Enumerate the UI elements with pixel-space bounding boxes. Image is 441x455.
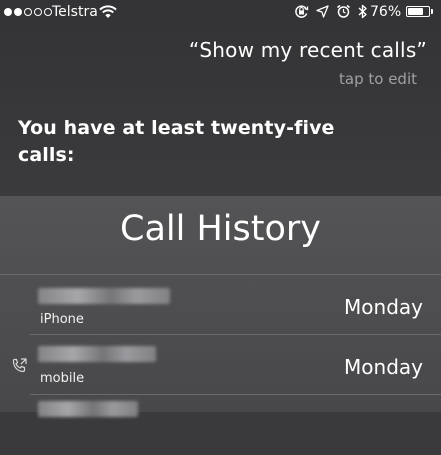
siri-query[interactable]: “Show my recent calls” bbox=[189, 38, 427, 62]
battery-percentage: 76% bbox=[370, 4, 402, 20]
siri-response: You have at least twenty-five calls: bbox=[18, 115, 358, 169]
blurred-contact-name bbox=[38, 346, 156, 362]
outgoing-call-icon bbox=[10, 357, 28, 379]
status-bar: Telstra 76% bbox=[0, 0, 441, 26]
call-date: Monday bbox=[344, 295, 423, 319]
call-history-row[interactable]: iPhone Monday bbox=[0, 275, 441, 335]
battery-nub bbox=[431, 9, 433, 14]
call-history-row[interactable] bbox=[0, 395, 441, 455]
siri-response-line2: calls: bbox=[18, 144, 75, 166]
battery-icon bbox=[406, 6, 430, 17]
call-history-row[interactable]: mobile Monday bbox=[0, 335, 441, 395]
tap-to-edit-link[interactable]: tap to edit bbox=[339, 70, 417, 88]
location-arrow-icon bbox=[316, 5, 329, 22]
signal-strength-icon bbox=[4, 8, 52, 16]
bluetooth-icon bbox=[358, 4, 368, 23]
carrier-name: Telstra bbox=[52, 4, 98, 20]
siri-response-line1: You have at least twenty-five bbox=[18, 117, 335, 139]
blurred-contact-name bbox=[38, 288, 170, 304]
blurred-contact-name bbox=[38, 401, 138, 417]
call-type-label: iPhone bbox=[40, 312, 84, 327]
wifi-icon bbox=[99, 5, 117, 23]
rotation-lock-icon bbox=[294, 4, 309, 23]
call-type-label: mobile bbox=[40, 371, 85, 386]
alarm-icon bbox=[336, 4, 351, 23]
call-date: Monday bbox=[344, 355, 423, 379]
card-title: Call History bbox=[120, 209, 321, 249]
